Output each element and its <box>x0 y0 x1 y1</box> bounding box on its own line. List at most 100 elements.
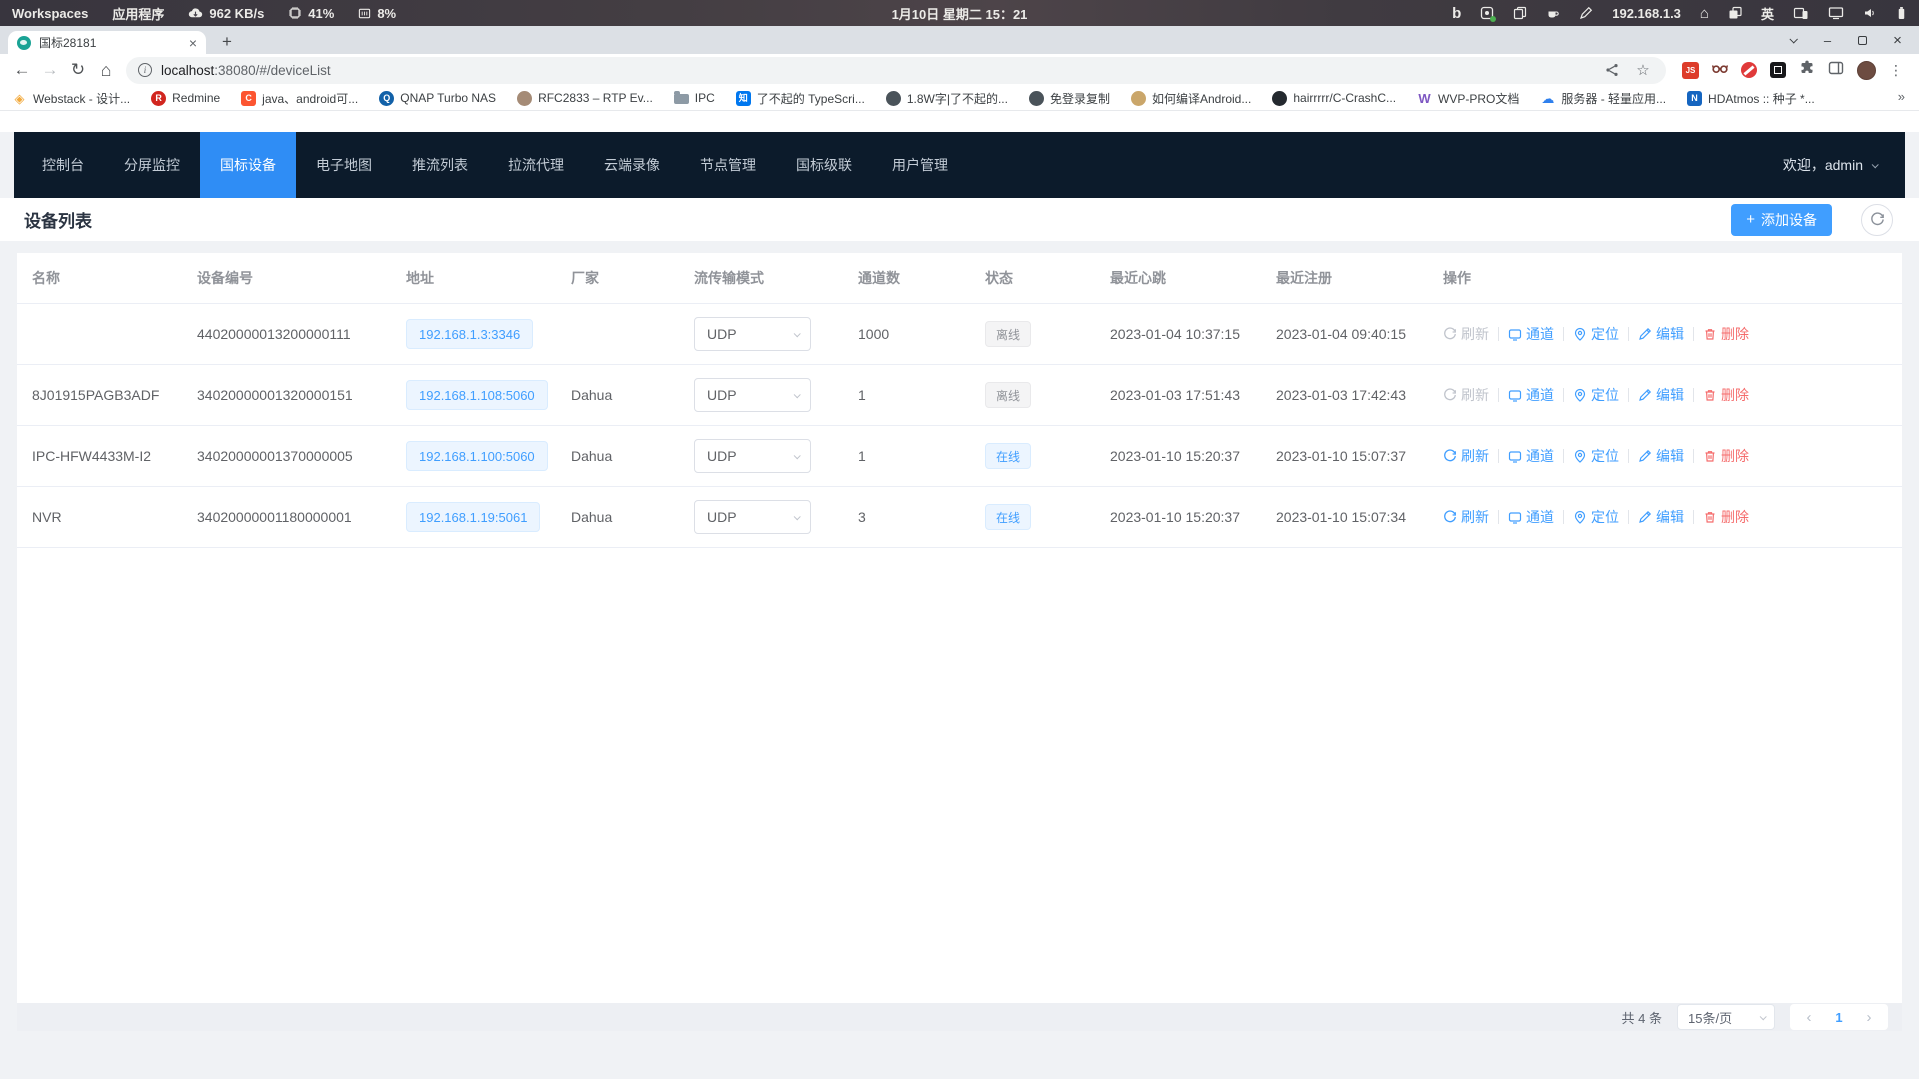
locate-button[interactable]: 定位 <box>1573 507 1619 527</box>
bookmark-item[interactable]: W WVP-PRO文档 <box>1417 90 1519 107</box>
adblock-extension-icon[interactable] <box>1741 62 1757 78</box>
bing-tray-icon[interactable]: b <box>1452 6 1461 21</box>
side-panel-icon[interactable] <box>1828 61 1844 80</box>
stream-mode-select[interactable]: UDP <box>694 500 811 534</box>
bookmark-item[interactable]: IPC <box>674 91 715 105</box>
user-menu[interactable]: 欢迎，admin <box>1783 155 1905 175</box>
nav-item[interactable]: 国标级联 <box>776 132 872 198</box>
edit-button[interactable]: 编辑 <box>1638 446 1684 466</box>
current-page-button[interactable]: 1 <box>1824 1010 1854 1025</box>
stream-mode-select[interactable]: UDP <box>694 317 811 351</box>
memory-icon <box>358 7 371 20</box>
restore-button[interactable] <box>1845 26 1880 54</box>
bookmarks-overflow-button[interactable]: » <box>1898 89 1905 104</box>
extensions-puzzle-icon[interactable] <box>1799 60 1815 81</box>
bookmark-item[interactable]: 免登录复制 <box>1029 90 1110 107</box>
nav-item[interactable]: 控制台 <box>22 132 104 198</box>
site-info-icon[interactable]: i <box>138 63 152 77</box>
page-size-select[interactable]: 15条/页 <box>1677 1004 1775 1030</box>
delete-button[interactable]: 删除 <box>1703 507 1749 527</box>
bookmark-item[interactable]: ◈ Webstack - 设计... <box>12 90 130 107</box>
clock-button[interactable]: 1月10日 星期二 15：21 <box>892 4 1028 23</box>
coffee-tray-icon[interactable] <box>1546 6 1560 20</box>
json-viewer-extension-icon[interactable]: JS <box>1682 62 1699 79</box>
bookmark-item[interactable]: 如何编译Android... <box>1131 90 1251 107</box>
stream-mode-select[interactable]: UDP <box>694 439 811 473</box>
volume-icon[interactable] <box>1863 6 1877 20</box>
refresh-list-button[interactable] <box>1861 204 1893 236</box>
locate-button[interactable]: 定位 <box>1573 446 1619 466</box>
bookmark-item[interactable]: ☁ 服务器 - 轻量应用... <box>1540 90 1666 107</box>
close-window-button[interactable]: × <box>1880 26 1915 54</box>
clipboard-tray-icon[interactable] <box>1513 6 1527 20</box>
phone-link-icon[interactable] <box>1793 6 1809 20</box>
input-method-indicator[interactable]: 英 <box>1761 4 1774 23</box>
profile-avatar[interactable] <box>1857 61 1876 80</box>
browser-menu-icon[interactable]: ⋮ <box>1889 62 1903 79</box>
bookmark-item[interactable]: C java、android可... <box>241 90 358 107</box>
nav-item[interactable]: 节点管理 <box>680 132 776 198</box>
locate-button[interactable]: 定位 <box>1573 324 1619 344</box>
network-speed-indicator[interactable]: 962 KB/s <box>188 6 264 21</box>
battery-icon[interactable] <box>1896 5 1907 21</box>
color-picker-tray-icon[interactable] <box>1579 6 1593 20</box>
applications-menu-button[interactable]: 应用程序 <box>112 4 164 23</box>
address-bar[interactable]: i localhost:38080/#/deviceList ☆ <box>126 57 1666 84</box>
channels-button[interactable]: 通道 <box>1508 385 1554 405</box>
screenshot-extension-icon[interactable] <box>1770 62 1786 78</box>
nav-item[interactable]: 云端录像 <box>584 132 680 198</box>
tab-search-button[interactable] <box>1775 26 1810 54</box>
nav-item[interactable]: 国标设备 <box>200 132 296 198</box>
edit-button[interactable]: 编辑 <box>1638 324 1684 344</box>
bookmark-item[interactable]: hairrrrr/C-CrashC... <box>1272 91 1396 106</box>
nav-item[interactable]: 用户管理 <box>872 132 968 198</box>
channels-button[interactable]: 通道 <box>1508 507 1554 527</box>
screenshot-app-tray-icon[interactable] <box>1480 6 1494 20</box>
nav-item[interactable]: 推流列表 <box>392 132 488 198</box>
bookmark-item[interactable]: N HDAtmos :: 种子 *... <box>1687 90 1815 107</box>
stream-mode-select[interactable]: UDP <box>694 378 811 412</box>
glasses-extension-icon[interactable] <box>1712 61 1728 79</box>
browser-tab[interactable]: 国标28181 × <box>8 31 206 54</box>
new-tab-button[interactable]: + <box>214 30 240 54</box>
edit-button[interactable]: 编辑 <box>1638 385 1684 405</box>
share-icon[interactable] <box>1601 59 1623 81</box>
tab-close-icon[interactable]: × <box>189 36 197 50</box>
minimize-button[interactable]: – <box>1810 26 1845 54</box>
bookmark-item[interactable]: R Redmine <box>151 91 220 106</box>
bookmark-item[interactable]: Q QNAP Turbo NAS <box>379 91 496 106</box>
edit-button[interactable]: 编辑 <box>1638 507 1684 527</box>
back-button[interactable]: ← <box>8 56 36 84</box>
nav-item[interactable]: 分屏监控 <box>104 132 200 198</box>
delete-button[interactable]: 删除 <box>1703 324 1749 344</box>
forward-button[interactable]: → <box>36 56 64 84</box>
ip-address-indicator[interactable]: 192.168.1.3 <box>1612 6 1681 21</box>
next-page-button[interactable]: › <box>1854 1009 1884 1026</box>
delete-button[interactable]: 删除 <box>1703 446 1749 466</box>
workspaces-switcher-icon[interactable] <box>1728 6 1742 20</box>
refresh-device-button[interactable]: 刷新 <box>1443 324 1489 344</box>
reload-button[interactable]: ↻ <box>64 56 92 84</box>
channels-button[interactable]: 通道 <box>1508 324 1554 344</box>
locate-button[interactable]: 定位 <box>1573 385 1619 405</box>
refresh-device-button[interactable]: 刷新 <box>1443 385 1489 405</box>
extensions-area: JS ⋮ <box>1672 60 1911 81</box>
memory-usage-indicator[interactable]: 8% <box>358 6 396 21</box>
bookmark-item[interactable]: RFC2833 – RTP Ev... <box>517 91 653 106</box>
display-icon[interactable] <box>1828 6 1844 20</box>
refresh-device-button[interactable]: 刷新 <box>1443 507 1489 527</box>
add-device-button[interactable]: + 添加设备 <box>1731 204 1832 236</box>
bookmark-star-icon[interactable]: ☆ <box>1632 59 1654 81</box>
home-button[interactable]: ⌂ <box>92 56 120 84</box>
channels-button[interactable]: 通道 <box>1508 446 1554 466</box>
prev-page-button[interactable]: ‹ <box>1794 1009 1824 1026</box>
home-tray-icon[interactable]: ⌂ <box>1700 5 1709 22</box>
bookmark-item[interactable]: 1.8W字|了不起的... <box>886 90 1008 107</box>
nav-item[interactable]: 电子地图 <box>296 132 392 198</box>
workspaces-button[interactable]: Workspaces <box>12 6 88 21</box>
delete-button[interactable]: 删除 <box>1703 385 1749 405</box>
cpu-usage-indicator[interactable]: 41% <box>288 6 334 21</box>
bookmark-item[interactable]: 知 了不起的 TypeScri... <box>736 90 865 107</box>
refresh-device-button[interactable]: 刷新 <box>1443 446 1489 466</box>
nav-item[interactable]: 拉流代理 <box>488 132 584 198</box>
